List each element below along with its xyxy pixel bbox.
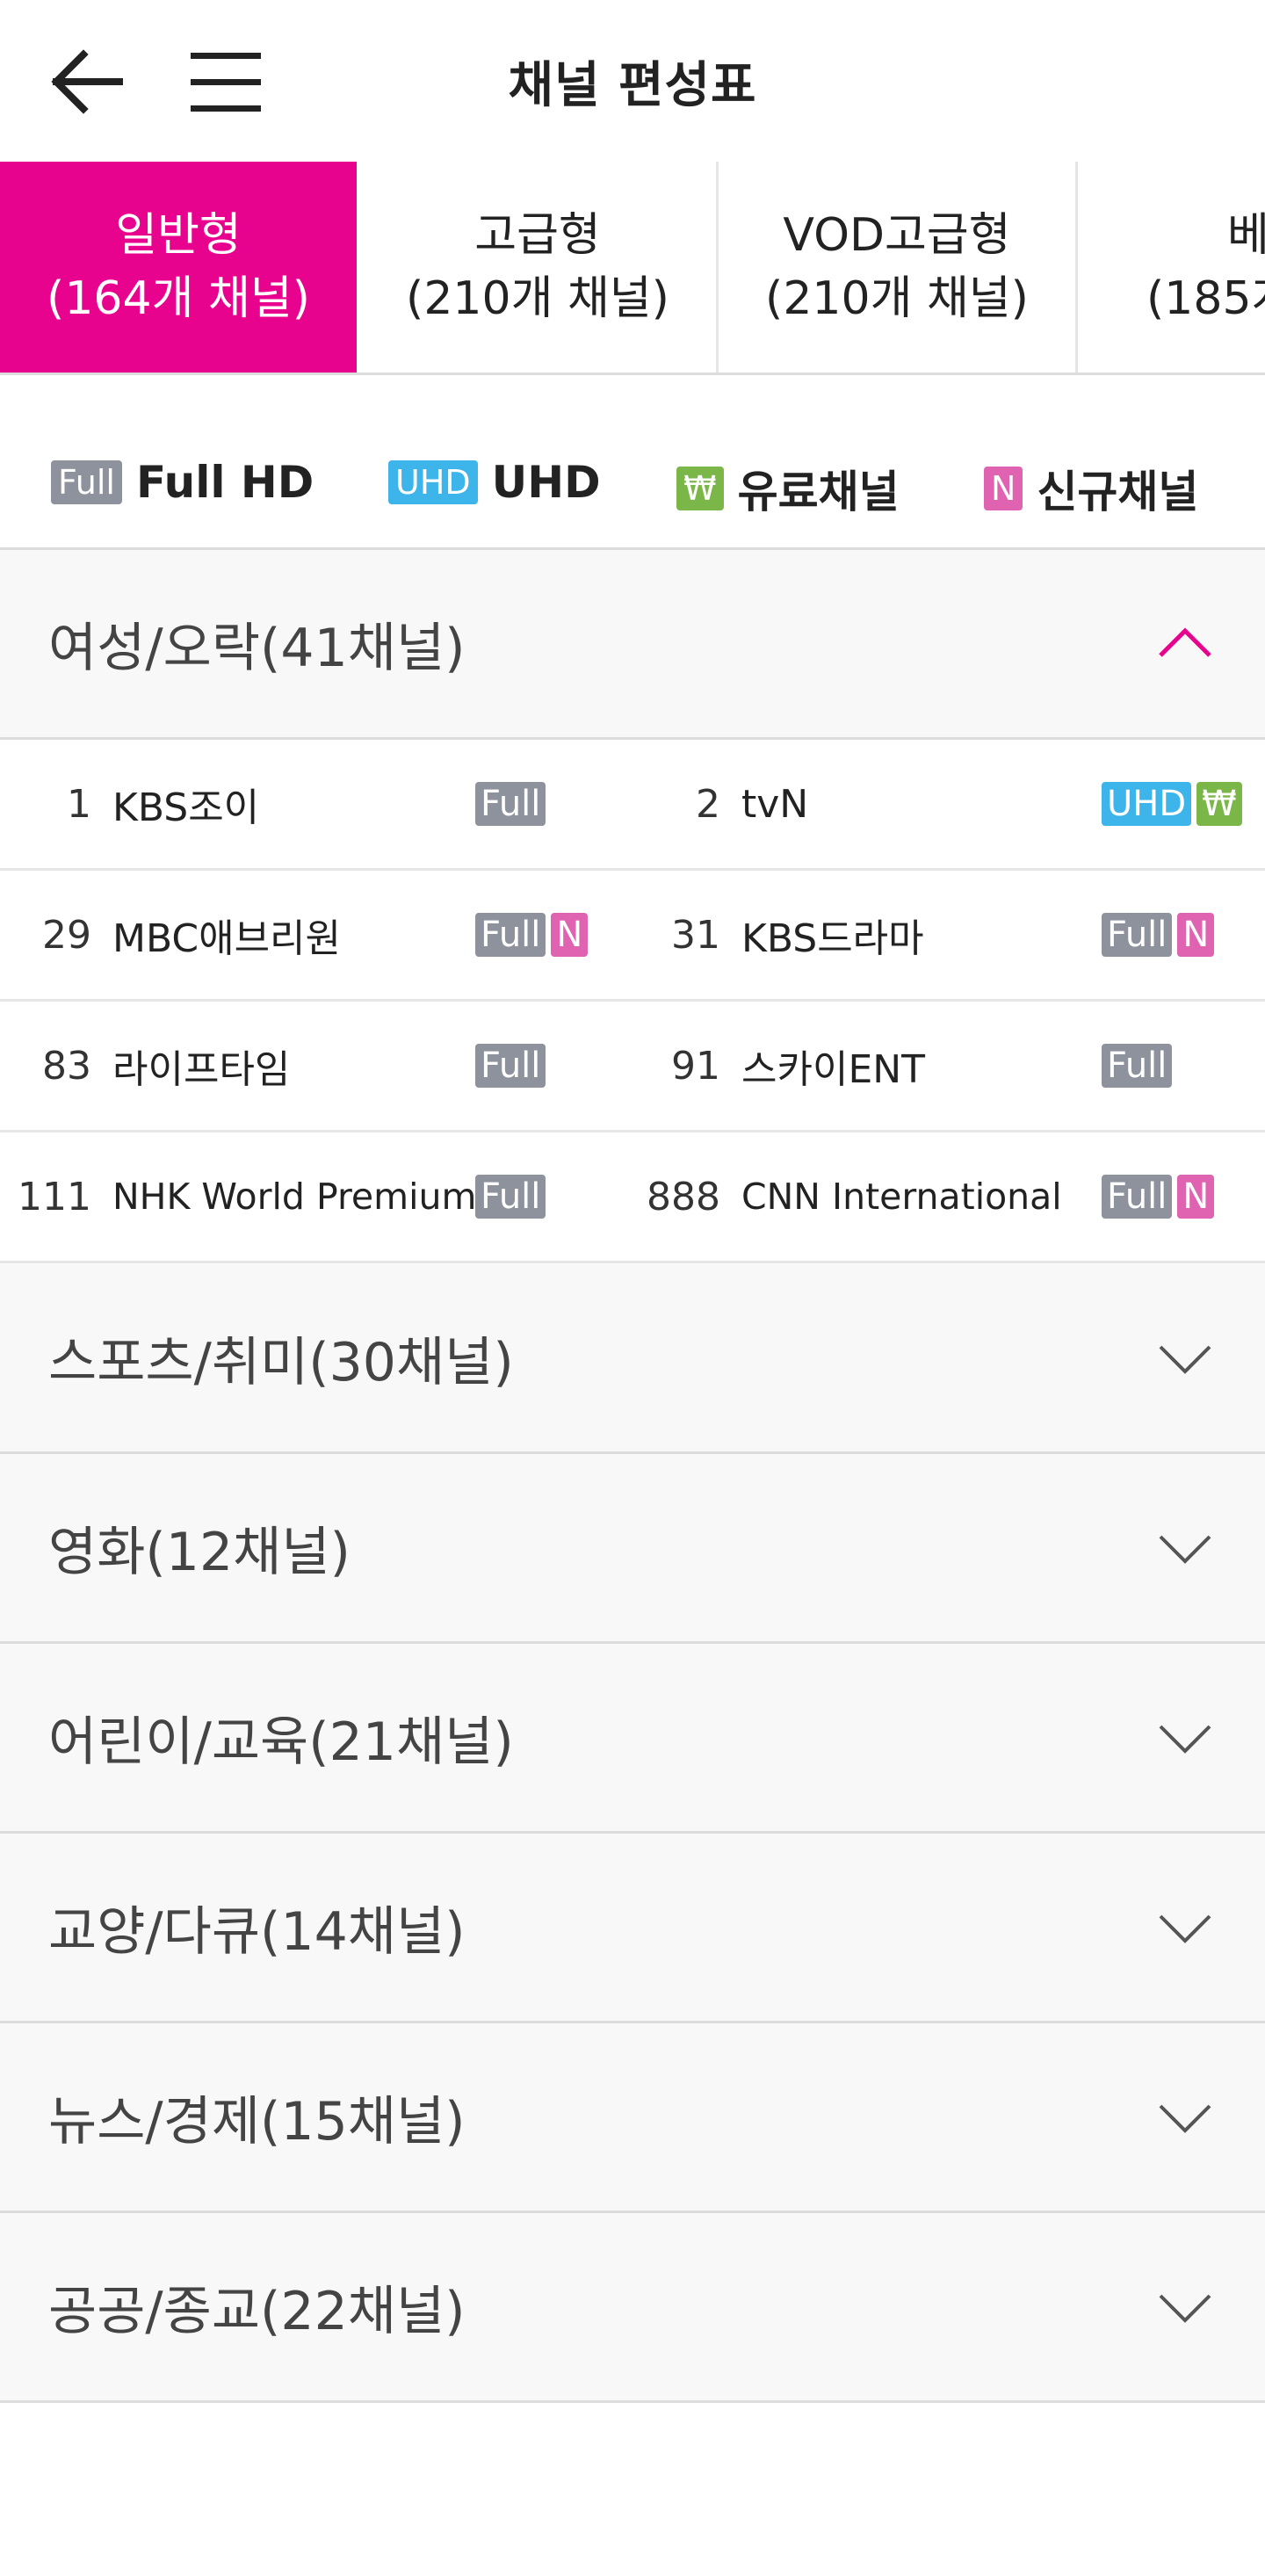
chevron-down-icon — [1159, 1914, 1211, 1943]
channel-item[interactable]: 888 CNN International — [629, 1132, 1062, 1261]
channel-name: KBS조이 — [112, 785, 260, 830]
channel-name: tvN — [741, 781, 809, 827]
table-row: 1 KBS조이 Full 2 tvN UHD ₩ — [0, 740, 1265, 871]
section-title: 교양/다큐(14채널) — [48, 1901, 466, 1963]
legend-label: 유료채널 — [737, 467, 900, 517]
new-badge: N — [551, 913, 589, 957]
full-badge: Full — [475, 913, 546, 957]
legend-label: Full HD — [135, 457, 314, 508]
full-badge: Full — [475, 1175, 546, 1219]
section-public-religion[interactable]: 공공/종교(22채널) — [0, 2213, 1265, 2403]
tab-label: 베이 — [1113, 204, 1265, 267]
section-entertainment[interactable]: 여성/오락(41채널) — [0, 550, 1265, 740]
full-badge: Full — [475, 782, 546, 826]
channel-item[interactable]: 91 스카이ENT — [629, 1002, 925, 1130]
chevron-down-icon — [1159, 1535, 1211, 1564]
uhd-badge: UHD — [388, 460, 478, 504]
tab-basic[interactable]: 일반형 (164개 채널) — [0, 162, 357, 373]
page-title: 채널 편성표 — [508, 57, 757, 114]
channel-item[interactable]: 2 tvN — [629, 740, 808, 868]
legend-uhd: UHD UHD — [388, 457, 601, 508]
channel-badges: Full — [1102, 1044, 1173, 1088]
tab-count: (164개 채널) — [47, 272, 310, 325]
section-title: 영화(12채널) — [48, 1522, 351, 1583]
section-title: 어린이/교육(21채널) — [48, 1711, 514, 1773]
channel-number: 29 — [42, 912, 91, 958]
full-badge: Full — [475, 1044, 546, 1088]
chevron-down-icon — [1159, 1725, 1211, 1754]
tab-count: (210개 채널) — [406, 272, 669, 325]
won-icon: ₩ — [1196, 782, 1242, 826]
section-culture-docu[interactable]: 교양/다큐(14채널) — [0, 1834, 1265, 2023]
channel-badges: UHD ₩ — [1102, 782, 1242, 826]
plan-tabs: 일반형 (164개 채널) 고급형 (210개 채널) VOD고급형 (210개… — [0, 162, 1265, 375]
app-header: 채널 편성표 — [0, 0, 1265, 162]
channel-number: 1 — [67, 781, 91, 827]
tab-basic-plus[interactable]: 베이 (185개 — [1078, 162, 1265, 373]
legend-full-hd: Full Full HD — [51, 457, 314, 508]
legend-new: N 신규채널 — [984, 457, 1198, 520]
full-badge: Full — [1102, 1044, 1173, 1088]
legend-paid: ₩ 유료채널 — [676, 457, 900, 520]
channel-badges: Full N — [1102, 913, 1215, 957]
full-badge: Full — [1102, 913, 1173, 957]
tab-vod-premium[interactable]: VOD고급형 (210개 채널) — [719, 162, 1078, 373]
channel-name: 라이프타임 — [112, 1047, 291, 1092]
full-badge: Full — [1102, 1175, 1173, 1219]
uhd-badge: UHD — [1102, 782, 1192, 826]
channel-badges: Full N — [1102, 1175, 1215, 1219]
channel-name: MBC애브리원 — [112, 916, 342, 961]
tab-premium[interactable]: 고급형 (210개 채널) — [359, 162, 719, 373]
badge-legend: Full Full HD UHD UHD ₩ 유료채널 N 신규채널 — [0, 432, 1265, 529]
tab-label: 일반형 — [115, 209, 242, 262]
tab-label: 고급형 — [474, 209, 601, 262]
legend-label: UHD — [491, 457, 601, 508]
channel-item[interactable]: 83 라이프타임 — [0, 1002, 290, 1130]
channel-item[interactable]: 111 NHK World Premium — [0, 1132, 476, 1261]
new-badge: N — [984, 467, 1023, 510]
section-title: 공공/종교(22채널) — [48, 2281, 466, 2342]
channel-number: 2 — [696, 781, 720, 827]
channel-name: CNN International — [741, 1176, 1062, 1218]
section-sports-hobby[interactable]: 스포츠/취미(30채널) — [0, 1264, 1265, 1454]
channel-badges: Full N — [475, 913, 589, 957]
channel-number: 111 — [18, 1174, 91, 1219]
channel-number: 31 — [671, 912, 720, 958]
full-badge: Full — [51, 460, 122, 504]
channel-name: KBS드라마 — [741, 916, 924, 961]
channel-badges: Full — [475, 782, 546, 826]
channel-item[interactable]: 29 MBC애브리원 — [0, 871, 341, 999]
section-title: 여성/오락(41채널) — [48, 618, 466, 679]
channel-badges: Full — [475, 1044, 546, 1088]
section-kids-education[interactable]: 어린이/교육(21채널) — [0, 1644, 1265, 1834]
chevron-down-icon — [1159, 2104, 1211, 2133]
channel-name: NHK World Premium — [112, 1176, 477, 1218]
channel-item[interactable]: 31 KBS드라마 — [629, 871, 924, 999]
chevron-down-icon — [1159, 2294, 1211, 2323]
table-row: 111 NHK World Premium Full 888 CNN Inter… — [0, 1132, 1265, 1263]
section-title: 뉴스/경제(15채널) — [48, 2091, 466, 2153]
section-title: 스포츠/취미(30채널) — [48, 1332, 514, 1393]
section-movies[interactable]: 영화(12채널) — [0, 1454, 1265, 1644]
channel-number: 888 — [647, 1174, 720, 1219]
channel-number: 91 — [671, 1043, 720, 1089]
table-row: 83 라이프타임 Full 91 스카이ENT Full — [0, 1002, 1265, 1132]
channel-item[interactable]: 1 KBS조이 — [0, 740, 259, 868]
chevron-up-icon — [1159, 627, 1211, 657]
table-row: 29 MBC애브리원 Full N 31 KBS드라마 Full N — [0, 871, 1265, 1002]
tab-count: (210개 채널) — [765, 272, 1029, 325]
new-badge: N — [1177, 913, 1215, 957]
won-icon: ₩ — [676, 467, 724, 510]
channel-name: 스카이ENT — [741, 1047, 926, 1092]
tab-label: VOD고급형 — [783, 209, 1011, 262]
channel-number: 83 — [42, 1043, 91, 1089]
channel-list: 1 KBS조이 Full 2 tvN UHD ₩ 29 MBC애브리원 Full… — [0, 740, 1265, 1263]
section-news-economy[interactable]: 뉴스/경제(15채널) — [0, 2023, 1265, 2213]
legend-label: 신규채널 — [1037, 467, 1199, 517]
tab-count: (185개 — [1146, 272, 1265, 325]
chevron-down-icon — [1159, 1345, 1211, 1374]
channel-badges: Full — [475, 1175, 546, 1219]
new-badge: N — [1177, 1175, 1215, 1219]
